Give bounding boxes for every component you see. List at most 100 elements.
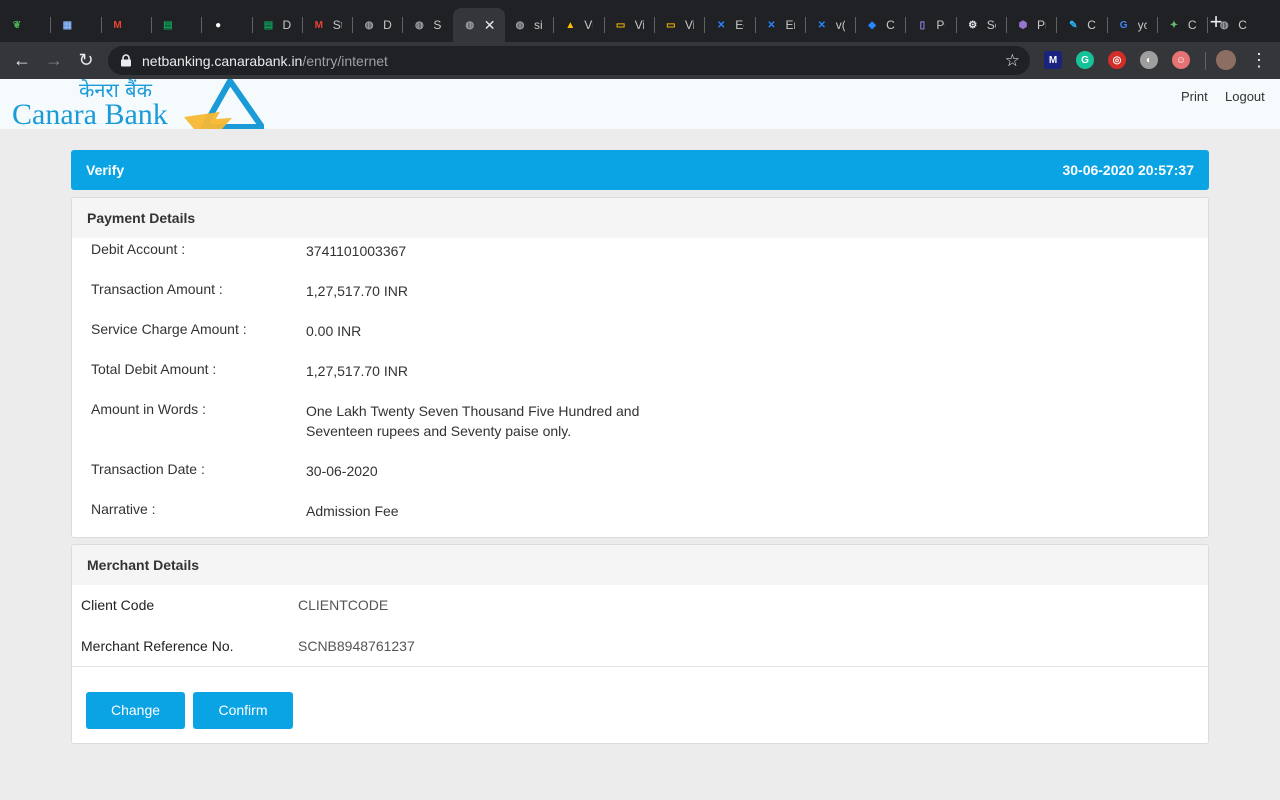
- browser-tab[interactable]: ✕ Er: [755, 8, 805, 42]
- payment-value: 3741101003367: [306, 243, 407, 259]
- pencil-icon: ✎: [1069, 19, 1078, 31]
- google-icon: G: [1119, 19, 1128, 31]
- tab-title: Pc: [936, 18, 945, 32]
- browser-tab[interactable]: ✦ C: [1157, 8, 1207, 42]
- sheets-icon: ▤: [163, 19, 173, 31]
- browser-tab[interactable]: ▯ Pc: [905, 8, 955, 42]
- tab-title: Vi: [634, 18, 644, 32]
- browser-tab[interactable]: Gyc: [1107, 8, 1157, 42]
- confirm-button[interactable]: Confirm: [193, 692, 293, 729]
- merchant-value: SCNB8948761237: [298, 638, 415, 654]
- gmail-icon: M: [314, 19, 323, 31]
- confluence-icon: ✕: [767, 19, 776, 31]
- address-bar[interactable]: netbanking.canarabank.in/entry/internet …: [108, 46, 1030, 75]
- browser-tab[interactable]: ●: [201, 8, 251, 42]
- payment-value: Admission Fee: [306, 503, 399, 519]
- browser-tab[interactable]: ▭ Vi: [604, 8, 654, 42]
- sheets-icon: ▤: [263, 19, 274, 31]
- logo-english-text: Canara Bank: [12, 98, 168, 130]
- payment-label: Total Debit Amount :: [91, 361, 217, 377]
- tab-title: Sc: [433, 18, 442, 32]
- globe-icon: ◍: [465, 19, 475, 31]
- payment-value: 30-06-2020: [306, 463, 378, 479]
- half-circle-icon[interactable]: ◐: [1140, 51, 1158, 69]
- browser-tab[interactable]: ✕ Ec: [704, 8, 754, 42]
- browser-tab[interactable]: ⚙ Se: [956, 8, 1006, 42]
- tab-title: C: [1238, 18, 1247, 32]
- browser-tab[interactable]: M St: [302, 8, 352, 42]
- payment-value: One Lakh Twenty Seven Thousand Five Hund…: [306, 403, 640, 439]
- browser-tab[interactable]: ▤ D: [252, 8, 302, 42]
- face-icon[interactable]: ☺: [1172, 51, 1190, 69]
- browser-tab[interactable]: ▤: [151, 8, 201, 42]
- browser-tab[interactable]: ▦: [50, 8, 100, 42]
- browser-tab[interactable]: ▲ Vi: [553, 8, 603, 42]
- browser-tab[interactable]: ◍ si: [503, 8, 553, 42]
- payment-label: Amount in Words :: [91, 401, 206, 417]
- browser-tab[interactable]: ❦: [0, 8, 50, 42]
- tab-title: C: [1187, 18, 1197, 32]
- tab-strip: ❦▦M▤●▤DMSt◍D◍Sc◍✕◍si▲Vi▭Vi▭Vi✕Ec✕Er✕v(◆C…: [0, 0, 1280, 42]
- verify-title: Verify: [86, 162, 125, 178]
- browser-tab[interactable]: ✎ C: [1056, 8, 1106, 42]
- grammarly-icon[interactable]: G: [1076, 51, 1094, 69]
- merchant-row: Client Code CLIENTCODE: [72, 585, 1208, 626]
- verify-datetime: 30-06-2020 20:57:37: [1062, 162, 1194, 178]
- browser-toolbar: ← → ↻ netbanking.canarabank.in/entry/int…: [0, 42, 1280, 79]
- logout-link[interactable]: Logout: [1225, 89, 1265, 104]
- tab-title: D: [383, 18, 392, 32]
- merchant-row: Merchant Reference No. SCNB8948761237: [72, 626, 1208, 667]
- browser-tab[interactable]: ✕ v(: [805, 8, 855, 42]
- payment-value: 1,27,517.70 INR: [306, 363, 408, 379]
- reload-button[interactable]: ↻: [76, 50, 96, 70]
- print-link[interactable]: Print: [1181, 89, 1208, 104]
- github-icon: ●: [215, 19, 222, 31]
- tab-title: D: [282, 18, 292, 32]
- payment-label: Transaction Date :: [91, 461, 205, 477]
- tab-title: Ec: [735, 18, 744, 32]
- merchant-details-panel: Merchant Details Client Code CLIENTCODE …: [71, 544, 1209, 744]
- close-tab-icon[interactable]: ✕: [484, 17, 496, 34]
- tab-title: Vi: [684, 18, 694, 32]
- tab-title: Se: [986, 18, 996, 32]
- payment-details-title: Payment Details: [72, 198, 1208, 238]
- bird-icon: ✦: [1169, 19, 1179, 31]
- payment-label: Transaction Amount :: [91, 281, 223, 297]
- browser-tab[interactable]: ⬢ Pr: [1006, 8, 1056, 42]
- site-header: केनरा बैंक Canara Bank Print Logout: [0, 79, 1280, 129]
- merchant-label: Merchant Reference No.: [81, 638, 234, 654]
- tab-title: v(: [835, 18, 845, 32]
- lastpass-icon[interactable]: ◎: [1108, 51, 1126, 69]
- forward-button[interactable]: →: [44, 50, 64, 70]
- jira-icon: ◆: [868, 19, 876, 31]
- change-button[interactable]: Change: [86, 692, 185, 729]
- page-content: केनरा बैंक Canara Bank Print Logout Veri…: [0, 79, 1280, 800]
- drive-icon: ▲: [565, 19, 576, 31]
- payment-details-panel: Payment Details Debit Account : 37411010…: [71, 197, 1209, 538]
- browser-tab[interactable]: ◍ D: [352, 8, 402, 42]
- payment-label: Debit Account :: [91, 241, 186, 257]
- merchant-value: CLIENTCODE: [298, 597, 389, 613]
- merchant-details-title: Merchant Details: [72, 545, 1208, 585]
- tab-title: Er: [785, 18, 795, 32]
- bookmark-star-icon[interactable]: ☆: [1005, 51, 1020, 71]
- m-extension-icon[interactable]: M: [1044, 51, 1062, 69]
- profile-avatar-icon[interactable]: [1216, 50, 1236, 70]
- lock-icon[interactable]: [120, 54, 132, 67]
- browser-tab[interactable]: M: [101, 8, 151, 42]
- browser-tab[interactable]: ▭ Vi: [654, 8, 704, 42]
- payment-label: Service Charge Amount :: [91, 321, 247, 337]
- action-area: Change Confirm: [72, 667, 1208, 743]
- browser-tab[interactable]: ◍ Sc: [402, 8, 452, 42]
- tab-active[interactable]: ◍ ✕: [452, 8, 505, 42]
- globe-icon: ◍: [415, 19, 424, 31]
- browser-menu-icon[interactable]: ⋮: [1250, 50, 1268, 70]
- new-tab-button[interactable]: +: [1206, 11, 1226, 33]
- browser-tab[interactable]: ◆ Cl: [855, 8, 905, 42]
- url-text: netbanking.canarabank.in/entry/internet: [142, 53, 388, 69]
- back-button[interactable]: ←: [12, 50, 32, 70]
- tab-title: St: [332, 18, 342, 32]
- tab-title: yc: [1137, 18, 1147, 32]
- payment-value: 1,27,517.70 INR: [306, 283, 408, 299]
- leaf-icon: ❦: [12, 19, 22, 31]
